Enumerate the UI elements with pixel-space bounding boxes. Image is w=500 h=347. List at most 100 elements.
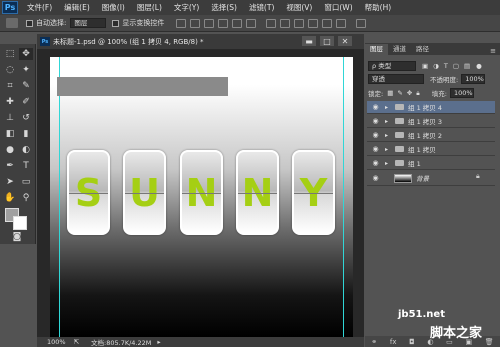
path-select-icon[interactable]: ➤ [3,176,17,188]
healing-brush-icon[interactable]: ✚ [3,96,17,108]
visibility-eye-icon[interactable]: ◉ [371,103,380,111]
pen-tool-icon[interactable]: ✒ [3,160,17,172]
close-button[interactable]: ✕ [338,36,352,46]
visibility-eye-icon[interactable]: ◉ [371,131,380,139]
tab-layers[interactable]: 图层 [365,44,388,55]
eraser-tool-icon[interactable]: ◧ [3,128,17,140]
blend-mode-dropdown[interactable]: 穿透 [368,74,424,84]
status-menu-icon[interactable]: ▸ [157,338,160,346]
expand-arrow-icon[interactable]: ▸ [385,160,393,167]
menu-help[interactable]: 帮助(H) [359,2,398,13]
lasso-tool-icon[interactable]: ◌ [3,64,17,76]
eyedropper-tool-icon[interactable]: ✎ [19,80,33,92]
move-tool-icon[interactable]: ✥ [19,48,33,60]
filter-shape-icon[interactable]: ▢ [453,62,459,70]
tab-paths[interactable]: 路径 [411,44,434,55]
minimize-button[interactable]: ▬ [302,36,316,46]
opacity-input[interactable]: 100% [461,74,486,84]
expand-arrow-icon[interactable]: ▸ [385,118,393,125]
align-top-icon[interactable] [176,18,187,28]
zoom-tool-icon[interactable]: ⚲ [19,192,33,204]
align-vcenter-icon[interactable] [190,18,201,28]
visibility-eye-icon[interactable]: ◉ [371,145,380,153]
lock-transparent-icon[interactable]: ▦ [387,89,393,97]
menu-type[interactable]: 文字(Y) [168,2,205,13]
filter-adjust-icon[interactable]: ◑ [433,62,439,70]
expand-arrow-icon[interactable]: ▸ [385,104,393,111]
menu-view[interactable]: 视图(V) [280,2,318,13]
distribute-bottom-icon[interactable] [294,18,305,28]
lock-brush-icon[interactable]: ✎ [397,89,402,97]
layer-filter-dropdown[interactable]: ρ 类型 [368,61,416,71]
tab-channels[interactable]: 通道 [388,44,411,55]
auto-select-dropdown[interactable]: 图层 [70,18,107,28]
layer-row[interactable]: ◉ ▸ 组 1 拷贝 3 [367,115,495,128]
fill-input[interactable]: 100% [449,88,474,98]
filter-pixel-icon[interactable]: ▣ [422,62,428,70]
layer-row[interactable]: ◉ ▸ 组 1 拷贝 4 [367,101,495,114]
distribute-top-icon[interactable] [266,18,277,28]
lock-move-icon[interactable]: ✥ [407,89,412,97]
menu-image[interactable]: 图像(I) [96,2,131,13]
menu-select[interactable]: 选择(S) [205,2,243,13]
align-hcenter-icon[interactable] [232,18,243,28]
layer-row[interactable]: ◉ ▸ 组 1 拷贝 2 [367,129,495,142]
lock-all-icon[interactable]: 🔒︎ [416,89,419,98]
move-tool-preset-icon[interactable] [6,18,18,28]
delete-layer-icon[interactable]: 🗑︎ [485,338,494,346]
link-layers-icon[interactable]: ⚭ [371,338,377,346]
gradient-tool-icon[interactable]: ▮ [19,128,33,140]
menu-filter[interactable]: 滤镜(T) [243,2,280,13]
dodge-tool-icon[interactable]: ◐ [19,144,33,156]
stamp-tool-icon[interactable]: ⊥ [3,112,17,124]
letter-tile[interactable]: U [123,150,166,235]
status-arrow-icon[interactable]: ⇱ [74,338,79,346]
filter-type-icon[interactable]: T [444,62,448,70]
hand-tool-icon[interactable]: ✋ [3,192,17,204]
letter-tile[interactable]: S [67,150,110,235]
marquee-tool-icon[interactable]: ⬚ [3,48,17,60]
history-brush-icon[interactable]: ↺ [19,112,33,124]
auto-align-icon[interactable] [356,18,367,28]
menu-window[interactable]: 窗口(W) [318,2,358,13]
distribute-right-icon[interactable] [336,18,347,28]
letter-tile[interactable]: Y [292,150,335,235]
visibility-eye-icon[interactable]: ◉ [371,174,380,182]
menu-edit[interactable]: 编辑(E) [58,2,96,13]
maximize-button[interactable]: □ [320,36,334,46]
letter-tile[interactable]: N [180,150,223,235]
distribute-left-icon[interactable] [308,18,319,28]
align-left-icon[interactable] [218,18,229,28]
background-color-swatch[interactable] [13,216,27,230]
menu-layer[interactable]: 图层(L) [131,2,168,13]
type-tool-icon[interactable]: T [19,160,33,172]
menu-file[interactable]: 文件(F) [21,2,58,13]
layer-row[interactable]: ◉ ▸ 组 1 拷贝 [367,143,495,156]
distribute-vcenter-icon[interactable] [280,18,291,28]
shape-tool-icon[interactable]: ▭ [19,176,33,188]
crop-tool-icon[interactable]: ⌗ [3,80,17,92]
filter-smart-icon[interactable]: ▤ [464,62,470,70]
quick-mask-icon[interactable]: ◙ [10,231,24,243]
blur-tool-icon[interactable]: ● [3,144,17,156]
visibility-eye-icon[interactable]: ◉ [371,117,380,125]
expand-arrow-icon[interactable]: ▸ [385,146,393,153]
letter-tile[interactable]: N [236,150,279,235]
filter-toggle-icon[interactable]: ● [476,62,482,70]
align-bottom-icon[interactable] [204,18,215,28]
align-right-icon[interactable] [246,18,257,28]
panel-menu-icon[interactable]: ≡ [490,47,496,55]
guide-right[interactable] [343,57,344,337]
distribute-hcenter-icon[interactable] [322,18,333,28]
add-mask-icon[interactable]: ◘ [409,338,415,346]
guide-left[interactable] [59,57,60,337]
zoom-level[interactable]: 100% [47,338,66,346]
brush-tool-icon[interactable]: ✐ [19,96,33,108]
show-transform-checkbox[interactable] [112,19,120,27]
expand-arrow-icon[interactable]: ▸ [385,132,393,139]
auto-select-checkbox[interactable] [26,19,33,27]
layer-row[interactable]: ◉ ▸ 组 1 [367,157,495,170]
magic-wand-icon[interactable]: ✦ [19,64,33,76]
layer-style-icon[interactable]: fx [390,338,397,346]
visibility-eye-icon[interactable]: ◉ [371,159,380,167]
